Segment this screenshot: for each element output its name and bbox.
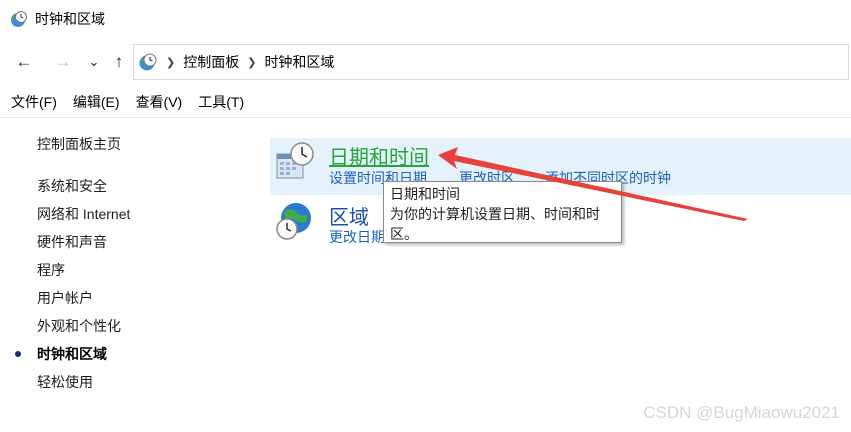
sidebar-item-appearance[interactable]: 外观和个性化 — [37, 316, 121, 336]
breadcrumb-clock-region[interactable]: 时钟和区域 — [264, 52, 334, 72]
title-bar: 时钟和区域 — [0, 0, 851, 38]
back-arrow-icon: ← — [15, 52, 33, 71]
category-date-time-title[interactable]: 日期和时间 — [329, 141, 429, 170]
sidebar-item-clock-region[interactable]: 时钟和区域 — [37, 344, 107, 364]
sidebar: 控制面板主页 系统和安全 网络和 Internet 硬件和声音 程序 用户帐户 … — [0, 118, 260, 432]
category-region-title[interactable]: 区域 — [329, 201, 369, 230]
breadcrumb-separator-icon: ❯ — [166, 56, 176, 69]
up-arrow-icon: ↑ — [114, 52, 124, 71]
sidebar-item-system-security[interactable]: 系统和安全 — [37, 176, 107, 196]
sidebar-item-network[interactable]: 网络和 Internet — [37, 204, 130, 224]
sidebar-item-programs[interactable]: 程序 — [37, 260, 65, 280]
link-change-date-format[interactable]: 更改日期 — [329, 227, 385, 247]
watermark: CSDN @BugMiaowu2021 — [643, 403, 840, 422]
forward-button[interactable]: → — [52, 51, 74, 73]
tooltip-body: 为你的计算机设置日期、时间和时区。 — [390, 206, 600, 242]
active-bullet-icon — [15, 351, 21, 357]
clock-globe-icon — [11, 11, 27, 27]
address-bar[interactable]: ❯ 控制面板 ❯ 时钟和区域 — [133, 44, 849, 80]
menu-tools[interactable]: 工具(T) — [198, 92, 244, 112]
sidebar-item-ease-of-access[interactable]: 轻松使用 — [37, 372, 93, 392]
navigation-bar: ← → ⌄ ↑ ❯ 控制面板 ❯ 时钟和区域 — [0, 42, 851, 82]
calendar-clock-icon — [276, 142, 314, 179]
breadcrumb-control-panel[interactable]: 控制面板 — [183, 52, 239, 72]
clock-globe-icon — [139, 53, 157, 71]
breadcrumb-separator-icon[interactable]: ❯ — [247, 56, 256, 69]
tooltip-title: 日期和时间 — [390, 186, 460, 202]
menu-bar: 文件(F) 编辑(E) 查看(V) 工具(T) — [0, 90, 851, 114]
globe-clock-icon — [276, 203, 311, 240]
up-button[interactable]: ↑ — [108, 51, 130, 73]
chevron-down-icon: ⌄ — [88, 54, 100, 69]
sidebar-item-user-accounts[interactable]: 用户帐户 — [37, 288, 93, 308]
back-button[interactable]: ← — [13, 51, 35, 73]
forward-arrow-icon: → — [54, 52, 72, 71]
menu-view[interactable]: 查看(V) — [136, 92, 183, 112]
recent-locations-button[interactable]: ⌄ — [83, 51, 105, 73]
sidebar-item-home[interactable]: 控制面板主页 — [37, 134, 121, 154]
menu-file[interactable]: 文件(F) — [11, 92, 57, 112]
sidebar-item-hardware-sound[interactable]: 硬件和声音 — [37, 232, 107, 252]
menu-edit[interactable]: 编辑(E) — [73, 92, 120, 112]
tooltip: 日期和时间 为你的计算机设置日期、时间和时区。 — [383, 181, 622, 243]
window-title: 时钟和区域 — [35, 11, 105, 27]
